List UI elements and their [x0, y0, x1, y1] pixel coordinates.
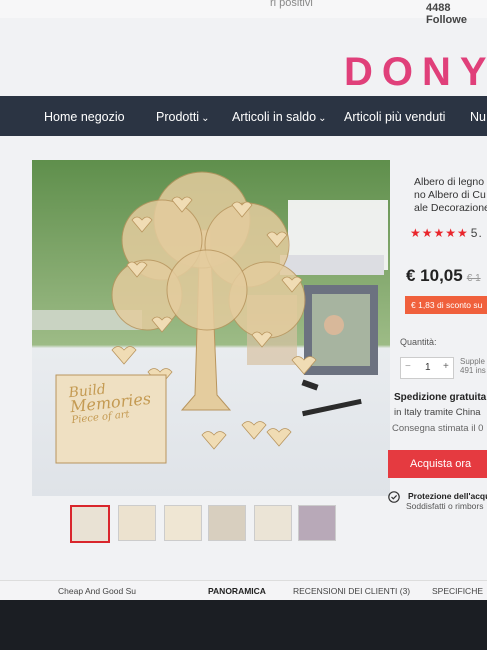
- buyer-protection-title: Protezione dell'acqu: [408, 491, 487, 501]
- store-nav-bar: Home negozio Prodotti ⌄ Articoli in saldo…: [0, 96, 487, 136]
- nav-home[interactable]: Home negozio: [44, 110, 125, 124]
- followers-count[interactable]: 4488 Followe: [426, 2, 487, 26]
- chevron-down-icon: ⌄: [318, 113, 327, 124]
- shipping-title: Spedizione gratuita: [394, 392, 487, 403]
- product-main-image[interactable]: Build Memories Piece of art: [32, 160, 390, 496]
- nav-products-label: Prodotti: [156, 110, 200, 124]
- discount-badge: € 1,83 di sconto su: [405, 296, 487, 314]
- rating-value: 5.: [470, 226, 483, 240]
- current-price: € 10,05: [406, 266, 463, 285]
- tab-store-name[interactable]: Cheap And Good Su: [58, 586, 136, 596]
- monitor-bezel: [0, 600, 487, 650]
- chevron-down-icon: ⌄: [201, 113, 210, 124]
- nav-bestsellers[interactable]: Articoli più venduti: [344, 110, 445, 124]
- store-logo[interactable]: DONY: [344, 50, 487, 95]
- product-title-line: Albero di legno: [414, 176, 485, 188]
- buy-now-button[interactable]: Acquista ora: [388, 450, 487, 478]
- original-price: € 1: [466, 273, 481, 284]
- supply-info: Supple 491 ins: [460, 357, 486, 375]
- quantity-increase-button[interactable]: +: [443, 361, 449, 372]
- product-title-line: no Albero di Cu: [414, 189, 486, 201]
- top-strip: ri positivi 4488 Followe: [0, 0, 487, 26]
- product-title: Albero di legno no Albero di Cu ale Deco…: [414, 176, 487, 215]
- product-title-line: ale Decorazione: [414, 202, 487, 214]
- tab-specifications[interactable]: SPECIFICHE: [432, 586, 483, 596]
- rating-stars[interactable]: ★★★★★ 5.: [410, 226, 483, 240]
- quantity-decrease-button[interactable]: −: [405, 361, 411, 372]
- quantity-label: Quantità:: [400, 337, 437, 347]
- thumbnail-6[interactable]: [298, 505, 336, 541]
- thumbnail-2[interactable]: [118, 505, 156, 541]
- shield-check-icon: [388, 491, 400, 503]
- thumbnail-5[interactable]: [254, 505, 292, 541]
- product-photo-illustration: [32, 160, 390, 496]
- nav-products[interactable]: Prodotti ⌄: [156, 110, 209, 124]
- feedback-text: ri positivi: [270, 0, 313, 9]
- nav-new[interactable]: Nu: [470, 110, 486, 124]
- buyer-protection-subtitle: Soddisfatti o rimbors: [406, 501, 484, 511]
- image-build-memories-text: Build Memories Piece of art: [68, 378, 153, 428]
- product-price: € 10,05 € 1: [406, 266, 481, 286]
- tab-reviews[interactable]: RECENSIONI DEI CLIENTI (3): [293, 586, 410, 596]
- thumbnail-3[interactable]: [164, 505, 202, 541]
- quantity-value[interactable]: 1: [425, 362, 431, 373]
- browser-screen: ri positivi 4488 Followe DONY Home negoz…: [0, 0, 487, 600]
- supply-line: Supple: [460, 357, 485, 366]
- nav-sale[interactable]: Articoli in saldo ⌄: [232, 110, 326, 124]
- thumbnail-1[interactable]: [70, 505, 110, 543]
- tab-overview[interactable]: PANORAMICA: [208, 586, 266, 596]
- shipping-estimate: Consegna stimata il 0: [392, 423, 484, 434]
- star-icons: ★★★★★: [410, 226, 469, 240]
- product-tabs: Cheap And Good Su PANORAMICA RECENSIONI …: [0, 580, 487, 600]
- thumbnail-4[interactable]: [208, 505, 246, 541]
- shipping-method[interactable]: in Italy tramite China: [394, 407, 481, 418]
- quantity-stepper[interactable]: − 1 +: [400, 357, 454, 379]
- nav-sale-label: Articoli in saldo: [232, 110, 317, 124]
- supply-line: 491 ins: [460, 366, 486, 375]
